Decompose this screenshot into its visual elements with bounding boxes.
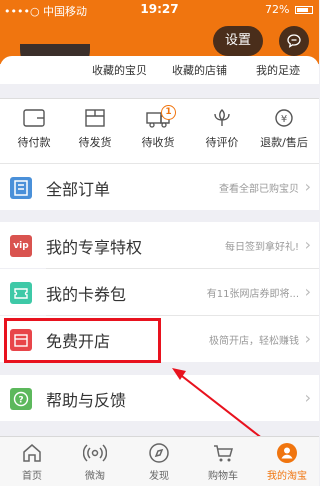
tab-label: 微淘: [85, 471, 105, 482]
tab-label: 我的淘宝: [267, 471, 307, 482]
tab-label: 购物车: [208, 471, 238, 482]
tab-label: 发现: [149, 471, 169, 482]
tab-label: 首页: [22, 471, 42, 482]
tab-discover[interactable]: 发现: [127, 441, 191, 485]
broadcast-icon: [83, 444, 107, 462]
tab-bar: 首页 微淘 发现 购物车 我的淘宝: [0, 436, 319, 486]
profile-icon: [277, 443, 297, 463]
cart-icon: [214, 445, 233, 462]
compass-icon: [149, 443, 169, 463]
annotation-arrow: [172, 368, 273, 447]
tab-cart[interactable]: 购物车: [191, 441, 255, 485]
tab-weitao[interactable]: 微淘: [63, 441, 127, 485]
tab-my-taobao[interactable]: 我的淘宝: [255, 441, 319, 485]
home-icon: [23, 444, 41, 462]
tab-home[interactable]: 首页: [0, 441, 64, 485]
